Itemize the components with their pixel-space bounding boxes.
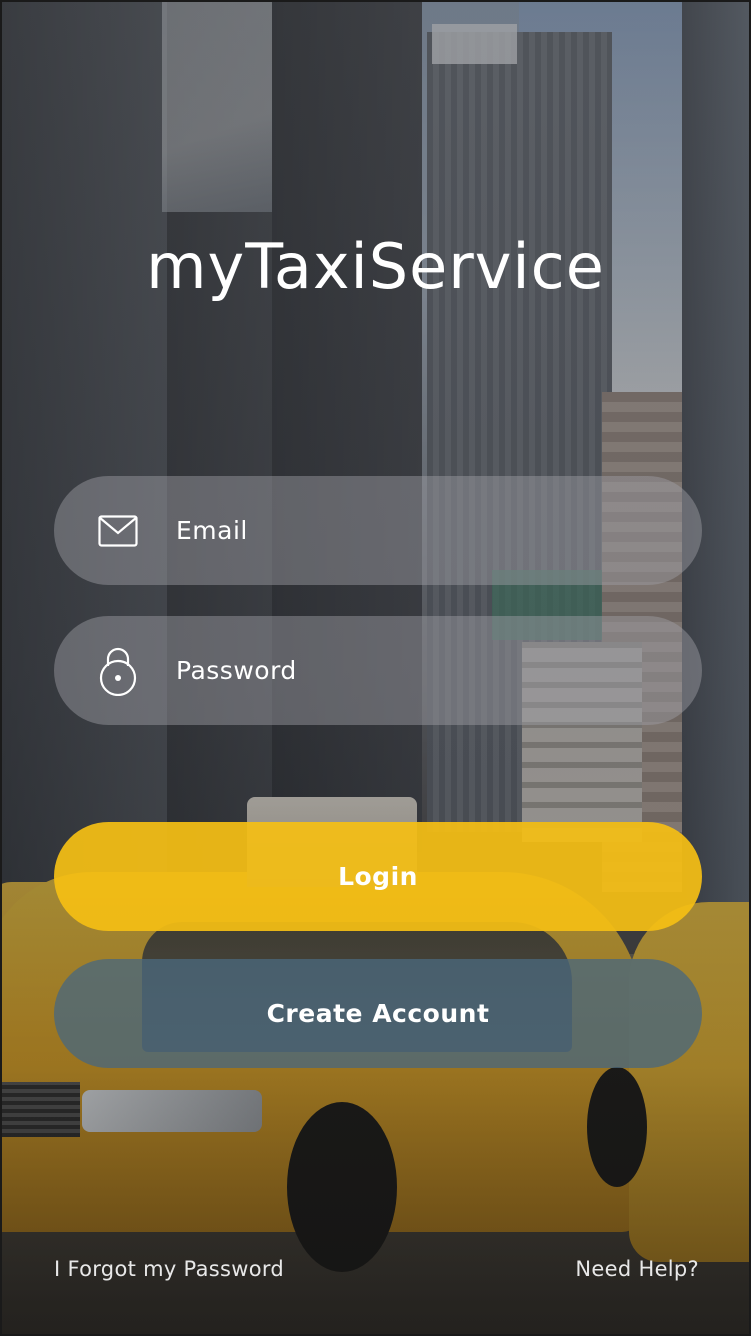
padlock-icon	[98, 647, 138, 696]
envelope-icon	[98, 511, 138, 551]
create-account-button[interactable]: Create Account	[54, 959, 702, 1068]
email-input[interactable]	[174, 499, 658, 562]
app-title: myTaxiService	[146, 230, 605, 303]
email-field[interactable]	[54, 476, 702, 585]
forgot-password-link[interactable]: I Forgot my Password	[54, 1257, 284, 1281]
login-screen: myTaxiService Login Create Account I For…	[0, 0, 751, 1336]
login-button[interactable]: Login	[54, 822, 702, 931]
need-help-link[interactable]: Need Help?	[575, 1257, 699, 1281]
password-field[interactable]	[54, 616, 702, 725]
password-input[interactable]	[174, 639, 658, 702]
